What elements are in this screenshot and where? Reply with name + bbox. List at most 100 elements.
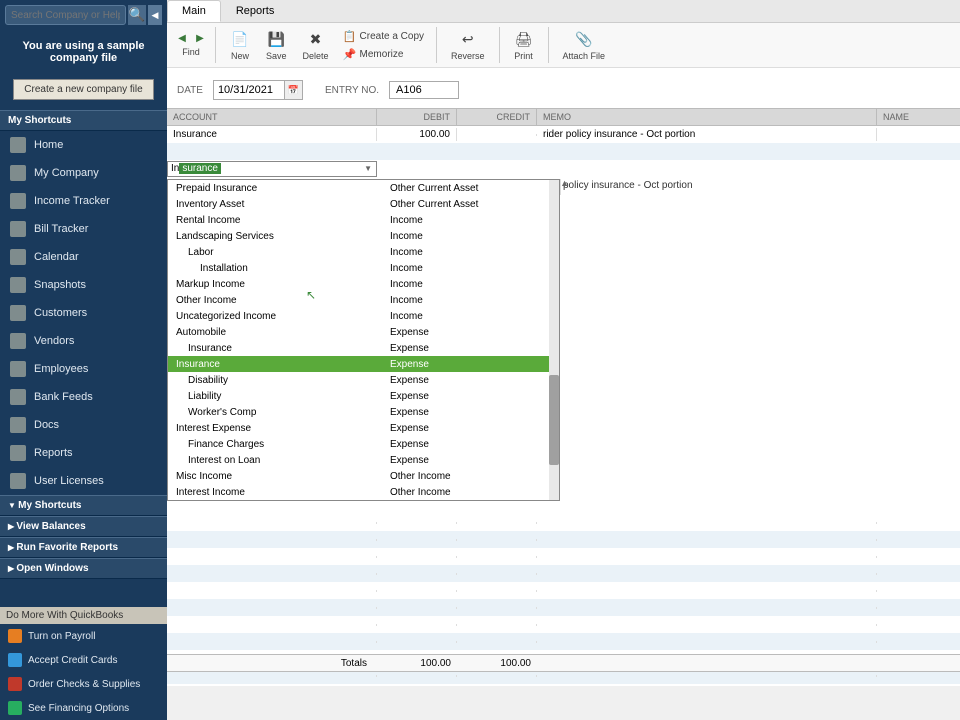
cell-account[interactable]: Insurance: [167, 128, 377, 141]
print-icon: 🖨: [514, 29, 534, 49]
calendar-button[interactable]: 📅: [284, 81, 302, 99]
dropdown-option[interactable]: Interest on LoanExpense: [168, 452, 559, 468]
nav-icon: [10, 417, 26, 433]
nav-icon: [10, 445, 26, 461]
new-button[interactable]: 📄New: [224, 27, 256, 63]
scroll-up-icon[interactable]: ▲: [560, 178, 569, 188]
cell-memo[interactable]: rider policy insurance - Oct portion: [537, 128, 877, 141]
memorize-icon: 📌: [343, 47, 357, 61]
journal-row-empty[interactable]: [167, 599, 960, 616]
dropdown-option[interactable]: Interest IncomeOther Income: [168, 484, 559, 500]
nav-icon: [10, 221, 26, 237]
dropdown-option[interactable]: Interest ExpenseExpense: [168, 420, 559, 436]
delete-button[interactable]: ✖Delete: [297, 27, 335, 63]
tab-main[interactable]: Main: [167, 0, 221, 22]
account-dropdown-input[interactable]: Insurance ▼: [167, 161, 377, 177]
journal-row[interactable]: Insurance 100.00 rider policy insurance …: [167, 126, 960, 143]
journal-row-empty[interactable]: [167, 616, 960, 633]
nav-icon: [10, 249, 26, 265]
dropdown-option[interactable]: Uncategorized IncomeIncome: [168, 308, 559, 324]
sidebar-item-docs[interactable]: Docs: [0, 411, 167, 439]
journal-row-empty[interactable]: [167, 531, 960, 548]
totals-credit: 100.00: [457, 658, 537, 669]
my-shortcuts-header[interactable]: My Shortcuts: [0, 110, 167, 131]
scrollbar-thumb[interactable]: [549, 375, 559, 465]
sidebar-item-employees[interactable]: Employees: [0, 355, 167, 383]
sidebar-item-customers[interactable]: Customers: [0, 299, 167, 327]
memorize-button[interactable]: 📌Memorize: [339, 45, 428, 63]
find-button[interactable]: Find: [176, 45, 206, 59]
dropdown-option[interactable]: Rental IncomeIncome: [168, 212, 559, 228]
dropdown-option[interactable]: Finance ChargesExpense: [168, 436, 559, 452]
section-open-windows[interactable]: Open Windows: [0, 558, 167, 579]
nav-icon: [10, 193, 26, 209]
prev-entry-button[interactable]: ◀: [175, 31, 189, 45]
attach-file-button[interactable]: 📎Attach File: [557, 27, 612, 63]
journal-row-active[interactable]: Insurance ▼: [167, 160, 960, 177]
cell-debit[interactable]: 100.00: [377, 128, 457, 141]
dropdown-option[interactable]: InsuranceExpense: [168, 340, 559, 356]
dropdown-option[interactable]: InsuranceExpense: [168, 356, 559, 372]
dropdown-option[interactable]: DisabilityExpense: [168, 372, 559, 388]
dropdown-scrollbar[interactable]: [549, 180, 559, 500]
create-copy-button[interactable]: 📋Create a Copy: [339, 27, 428, 45]
sidebar-item-income-tracker[interactable]: Income Tracker: [0, 187, 167, 215]
new-icon: 📄: [230, 29, 250, 49]
sidebar-item-my-company[interactable]: My Company: [0, 159, 167, 187]
sidebar-item-snapshots[interactable]: Snapshots: [0, 271, 167, 299]
sidebar-collapse-button[interactable]: ◀: [148, 5, 162, 25]
journal-row-empty[interactable]: [167, 684, 960, 686]
journal-row-empty[interactable]: [167, 582, 960, 599]
sidebar-item-bank-feeds[interactable]: Bank Feeds: [0, 383, 167, 411]
do-more-header: Do More With QuickBooks: [0, 607, 167, 624]
bottom-item-order-checks-&-supplies[interactable]: Order Checks & Supplies: [0, 672, 167, 696]
dropdown-option[interactable]: InstallationIncome: [168, 260, 559, 276]
sidebar-item-home[interactable]: Home: [0, 131, 167, 159]
dropdown-option[interactable]: LaborIncome: [168, 244, 559, 260]
reverse-button[interactable]: ↩Reverse: [445, 27, 491, 63]
next-entry-button[interactable]: ▶: [193, 31, 207, 45]
bottom-item-turn-on-payroll[interactable]: Turn on Payroll: [0, 624, 167, 648]
journal-row-empty[interactable]: [167, 548, 960, 565]
dropdown-option[interactable]: Worker's CompExpense: [168, 404, 559, 420]
sidebar-item-reports[interactable]: Reports: [0, 439, 167, 467]
dropdown-option[interactable]: Markup IncomeIncome: [168, 276, 559, 292]
section-run-favorite-reports[interactable]: Run Favorite Reports: [0, 537, 167, 558]
copy-icon: 📋: [343, 29, 357, 43]
dropdown-option[interactable]: Misc IncomeOther Income: [168, 468, 559, 484]
sidebar-item-bill-tracker[interactable]: Bill Tracker: [0, 215, 167, 243]
dropdown-option[interactable]: AutomobileExpense: [168, 324, 559, 340]
journal-row-empty[interactable]: [167, 565, 960, 582]
dropdown-option[interactable]: Other IncomeIncome: [168, 292, 559, 308]
chevron-down-icon[interactable]: ▼: [360, 164, 376, 173]
section-my-shortcuts[interactable]: My Shortcuts: [0, 495, 167, 516]
save-button[interactable]: 💾Save: [260, 27, 293, 63]
entry-no-input[interactable]: [389, 81, 459, 99]
sidebar-item-vendors[interactable]: Vendors: [0, 327, 167, 355]
cell-name[interactable]: [877, 134, 960, 136]
journal-row-empty[interactable]: [167, 633, 960, 650]
search-button[interactable]: 🔍: [128, 5, 146, 25]
search-input[interactable]: [5, 5, 126, 25]
bottom-item-accept-credit-cards[interactable]: Accept Credit Cards: [0, 648, 167, 672]
sidebar-item-user-licenses[interactable]: User Licenses: [0, 467, 167, 495]
sidebar-item-calendar[interactable]: Calendar: [0, 243, 167, 271]
journal-row-empty[interactable]: [167, 514, 960, 531]
date-input[interactable]: [214, 81, 284, 99]
tab-reports[interactable]: Reports: [221, 0, 290, 22]
dropdown-option[interactable]: Landscaping ServicesIncome: [168, 228, 559, 244]
dropdown-option[interactable]: LiabilityExpense: [168, 388, 559, 404]
cell-credit[interactable]: [457, 134, 537, 136]
date-label: DATE: [177, 85, 203, 96]
section-view-balances[interactable]: View Balances: [0, 516, 167, 537]
dropdown-option[interactable]: Inventory AssetOther Current Asset: [168, 196, 559, 212]
dropdown-option[interactable]: Prepaid InsuranceOther Current Asset: [168, 180, 559, 196]
feature-icon: [8, 629, 22, 643]
feature-icon: [8, 653, 22, 667]
print-button[interactable]: 🖨Print: [508, 27, 540, 63]
nav-icon: [10, 305, 26, 321]
bottom-item-see-financing-options[interactable]: See Financing Options: [0, 696, 167, 720]
totals-debit: 100.00: [377, 658, 457, 669]
create-company-file-button[interactable]: Create a new company file: [13, 79, 153, 100]
journal-row[interactable]: [167, 143, 960, 160]
